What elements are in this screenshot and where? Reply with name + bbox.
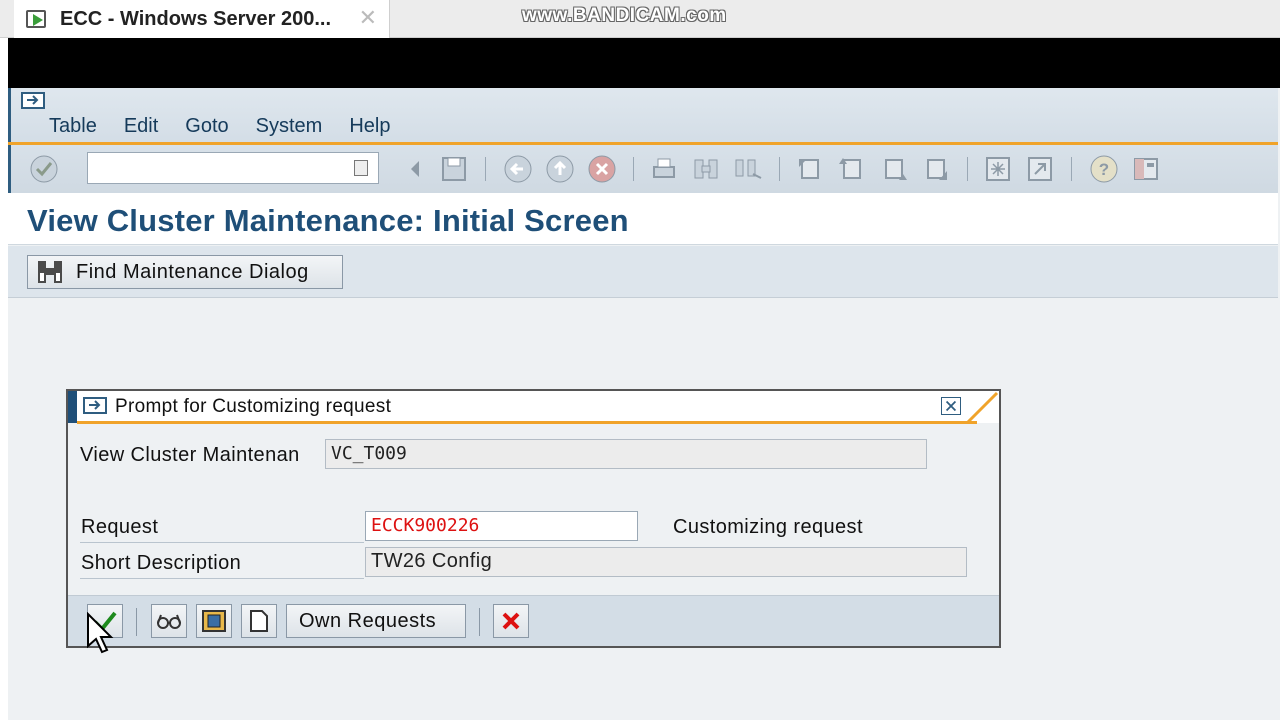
find-button-label: Find Maintenance Dialog xyxy=(76,260,309,283)
back-arrow-icon[interactable] xyxy=(401,154,431,184)
window-edge xyxy=(0,38,8,720)
dialog-title-bar: Prompt for Customizing request xyxy=(68,391,999,423)
create-session-icon[interactable] xyxy=(983,154,1013,184)
back-icon[interactable] xyxy=(503,154,533,184)
help-icon[interactable]: ? xyxy=(1089,154,1119,184)
find-next-icon[interactable] xyxy=(733,154,763,184)
command-field[interactable] xyxy=(87,152,379,184)
dialog-corner-accent xyxy=(965,391,999,425)
find-maintenance-dialog-button[interactable]: Find Maintenance Dialog xyxy=(27,255,343,289)
enter-icon[interactable] xyxy=(29,154,59,184)
dialog-menu-icon[interactable] xyxy=(83,396,111,416)
black-bar xyxy=(8,38,1280,88)
request-type-text: Customizing request xyxy=(673,516,863,538)
command-field-history-icon[interactable] xyxy=(354,160,368,176)
cancel-icon[interactable] xyxy=(587,154,617,184)
create-request-button[interactable] xyxy=(241,604,277,638)
view-cluster-label: View Cluster Maintenan xyxy=(80,444,300,466)
mouse-cursor-icon xyxy=(87,612,114,654)
short-description-label: Short Description xyxy=(81,552,242,574)
next-page-icon[interactable] xyxy=(879,154,909,184)
view-cluster-field: VC_T009 xyxy=(325,439,927,469)
previous-page-icon[interactable] xyxy=(837,154,867,184)
dialog-toolbar: Own Requests xyxy=(68,595,999,646)
save-icon[interactable] xyxy=(439,154,469,184)
screen-title-bar: View Cluster Maintenance: Initial Screen xyxy=(8,193,1278,245)
last-page-icon[interactable] xyxy=(921,154,951,184)
customizing-request-dialog: Prompt for Customizing request View Clus… xyxy=(66,389,1001,648)
cancel-x-icon xyxy=(502,612,520,630)
display-request-button[interactable] xyxy=(151,604,187,638)
svg-text:?: ? xyxy=(1099,160,1109,179)
find-icon[interactable] xyxy=(691,154,721,184)
request-select-icon xyxy=(202,610,226,632)
browser-tab-strip: ECC - Windows Server 200... ✕ www.BANDIC… xyxy=(0,0,1280,38)
own-requests-button[interactable]: Own Requests xyxy=(286,604,466,638)
menu-help[interactable]: Help xyxy=(349,115,390,138)
own-requests-label: Own Requests xyxy=(299,610,437,632)
close-icon[interactable] xyxy=(941,397,961,415)
first-page-icon[interactable] xyxy=(795,154,825,184)
menu-bar: Table Edit Goto System Help xyxy=(8,88,1278,144)
request-input[interactable]: ECCK900226 xyxy=(365,511,638,541)
watermark: www.BANDICAM.com xyxy=(522,5,727,26)
new-document-icon xyxy=(250,610,268,632)
menu-edit[interactable]: Edit xyxy=(124,115,158,138)
close-tab-icon[interactable]: ✕ xyxy=(359,6,377,31)
short-description-field: TW26 Config xyxy=(365,547,967,577)
tab-title: ECC - Windows Server 200... xyxy=(60,7,332,30)
menu-system[interactable]: System xyxy=(256,115,323,138)
glasses-icon xyxy=(157,614,181,629)
page-title: View Cluster Maintenance: Initial Screen xyxy=(27,203,629,238)
remote-desktop-icon xyxy=(26,8,50,30)
menu-goto[interactable]: Goto xyxy=(185,115,228,138)
browser-tab[interactable]: ECC - Windows Server 200... ✕ xyxy=(14,0,390,38)
system-menu-icon[interactable] xyxy=(21,91,47,111)
shortcut-icon[interactable] xyxy=(1025,154,1055,184)
print-icon[interactable] xyxy=(649,154,679,184)
menu-table[interactable]: Table xyxy=(49,115,97,138)
application-toolbar: Find Maintenance Dialog xyxy=(8,246,1278,298)
standard-toolbar: ? xyxy=(8,145,1278,193)
cancel-button[interactable] xyxy=(493,604,529,638)
exit-icon[interactable] xyxy=(545,154,575,184)
dialog-accent-line xyxy=(77,421,977,424)
dialog-title: Prompt for Customizing request xyxy=(115,396,392,417)
binoculars-icon xyxy=(38,261,62,283)
select-request-button[interactable] xyxy=(196,604,232,638)
request-label: Request xyxy=(81,516,159,538)
layout-icon[interactable] xyxy=(1131,154,1161,184)
